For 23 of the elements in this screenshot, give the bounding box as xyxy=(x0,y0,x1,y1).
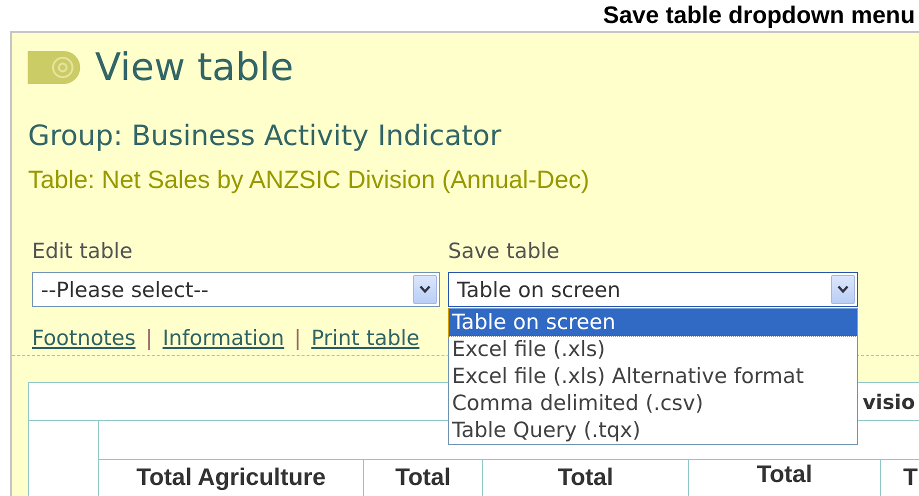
figure-caption: Save table dropdown menu xyxy=(602,1,916,31)
link-separator: | xyxy=(146,325,153,351)
column-header: Total xyxy=(483,460,689,496)
text-link[interactable]: Information xyxy=(162,325,284,351)
table-heading: visio xyxy=(862,390,915,414)
save-table-label: Save table xyxy=(448,239,560,263)
column-header: T xyxy=(881,460,919,496)
column-header: Total xyxy=(689,460,881,496)
chevron-down-icon xyxy=(837,285,849,294)
text-link[interactable]: Footnotes xyxy=(32,325,136,351)
group-title: Group: Business Activity Indicator xyxy=(28,119,502,153)
edit-table-label: Edit table xyxy=(32,239,134,263)
column-header: Total Agriculture xyxy=(99,460,364,496)
edit-table-select[interactable]: --Please select-- xyxy=(32,272,440,307)
toggle-icon xyxy=(27,50,81,84)
table-title: Table: Net Sales by ANZSIC Division (Annual-Dec) xyxy=(28,165,590,195)
link-separator: | xyxy=(294,325,302,351)
column-header: Total xyxy=(364,460,483,496)
save-table-select[interactable]: Table on screen xyxy=(448,272,858,307)
page-title: View table xyxy=(95,45,294,89)
dropdown-option[interactable]: Table on screen xyxy=(449,309,857,336)
chevron-down-icon xyxy=(419,285,431,294)
text-link[interactable]: Print table xyxy=(311,325,420,351)
